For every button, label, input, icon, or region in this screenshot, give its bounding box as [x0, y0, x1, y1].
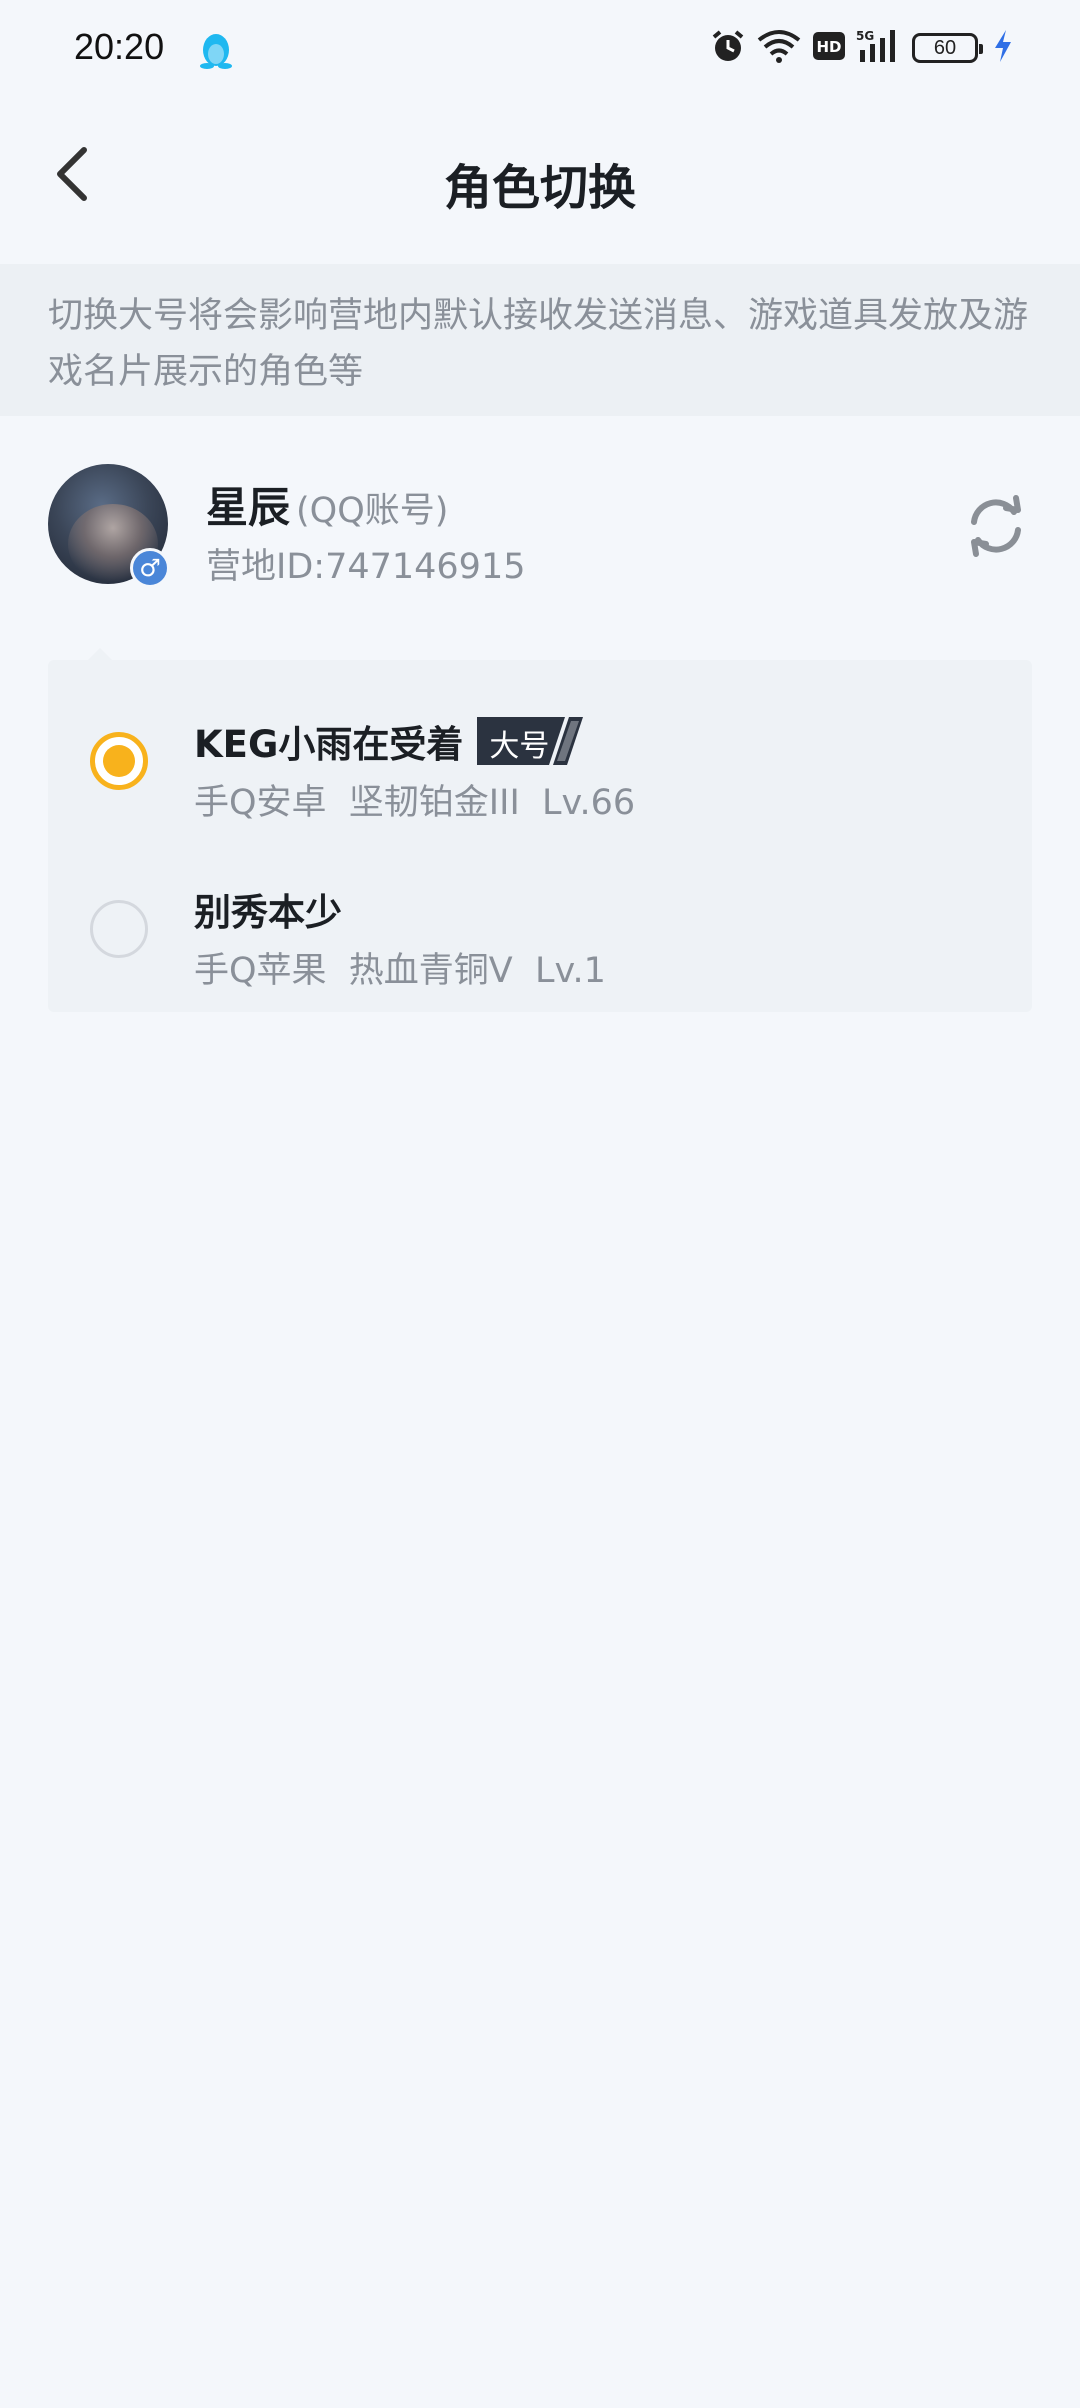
account-row: ♂ 星辰 (QQ账号) 营地ID:747146915	[0, 464, 1080, 594]
role-list: KEG小雨在受着 大号 手Q安卓 坚韧铂金III Lv.66 别秀本少 手Q苹果…	[48, 648, 1032, 1012]
account-camp-id: 营地ID:747146915	[206, 547, 526, 587]
svg-text:HD: HD	[816, 38, 841, 56]
hd-icon: HD	[812, 31, 846, 65]
main-account-badge: 大号	[477, 717, 584, 765]
qq-penguin-icon	[198, 30, 234, 70]
alarm-icon	[710, 28, 746, 68]
notice-banner: 切换大号将会影响营地内默认接收发送消息、游戏道具发放及游戏名片展示的角色等	[0, 264, 1080, 416]
notice-text: 切换大号将会影响营地内默认接收发送消息、游戏道具发放及游戏名片展示的角色等	[48, 296, 1029, 392]
role-item[interactable]: 别秀本少 手Q苹果 热血青铜V Lv.1	[48, 838, 1032, 1008]
role-info: 手Q安卓 坚韧铂金III Lv.66	[194, 783, 636, 823]
status-icons: HD 5G 60	[710, 28, 1014, 68]
account-name: 星辰 (QQ账号)	[206, 474, 448, 535]
role-info: 手Q苹果 热血青铜V Lv.1	[194, 951, 606, 991]
page-title: 角色切换	[443, 160, 636, 216]
svg-text:5G: 5G	[856, 29, 874, 43]
role-name: KEG小雨在受着	[194, 723, 464, 766]
account-nickname: 星辰	[206, 483, 291, 532]
role-item[interactable]: KEG小雨在受着 大号 手Q安卓 坚韧铂金III Lv.66	[48, 670, 1032, 840]
account-type-label: (QQ账号)	[296, 491, 449, 531]
wifi-icon	[756, 28, 802, 68]
role-name: 别秀本少	[194, 891, 342, 934]
header-bar: 角色切换	[0, 96, 1080, 264]
battery-icon: 60	[912, 33, 983, 63]
charging-bolt-icon	[992, 28, 1014, 68]
role-radio-selected[interactable]	[90, 732, 148, 790]
signal-5g-icon: 5G	[856, 28, 902, 68]
male-gender-icon: ♂	[130, 548, 170, 588]
role-radio-unselected[interactable]	[90, 900, 148, 958]
refresh-icon	[964, 494, 1028, 562]
status-bar: 20:20 HD 5G 60	[0, 0, 1080, 96]
refresh-button[interactable]	[962, 494, 1030, 562]
status-time: 20:20	[74, 26, 165, 67]
